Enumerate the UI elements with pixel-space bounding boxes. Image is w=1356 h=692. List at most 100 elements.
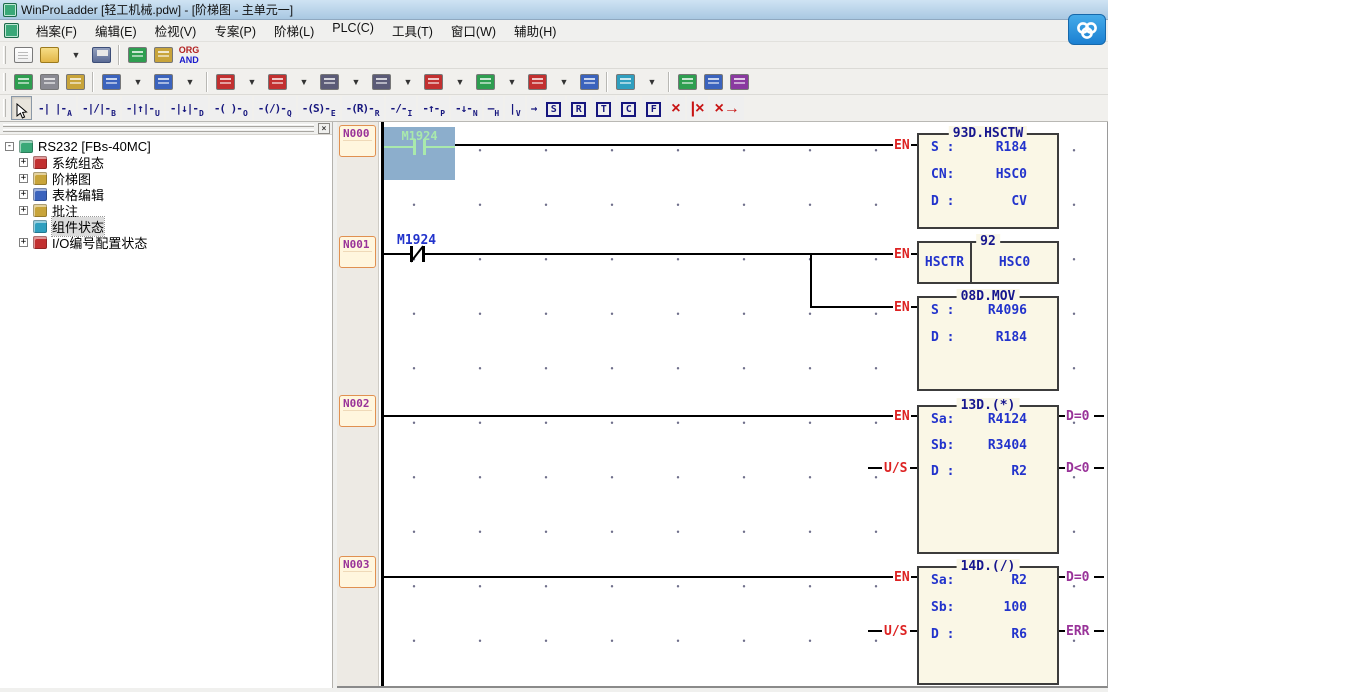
tag-book-icon[interactable]: [63, 70, 87, 94]
falling-pulse[interactable]: -↓-N: [451, 96, 482, 120]
org-and-instruction-icon[interactable]: ORGAND: [177, 43, 201, 67]
coil-not[interactable]: -(/)-Q: [254, 96, 296, 120]
status-query-icon[interactable]: [675, 70, 699, 94]
tree-expander[interactable]: +: [19, 206, 28, 215]
delete-row[interactable]: ×→: [710, 96, 743, 120]
contact-rising[interactable]: -|↑|-U: [122, 96, 164, 120]
extend-line[interactable]: →: [527, 96, 541, 120]
tree-expander[interactable]: +: [19, 158, 28, 167]
new-document-icon[interactable]: [11, 43, 35, 67]
tree-expander[interactable]: -: [5, 142, 14, 151]
contact-nc[interactable]: -|/|-B: [78, 96, 120, 120]
selected-cell[interactable]: M1924: [384, 127, 455, 180]
contact-falling[interactable]: -|↓|-D: [166, 96, 208, 120]
ladder-window-icon[interactable]: [151, 43, 175, 67]
toolbar-grip[interactable]: [3, 99, 6, 117]
contact-query-icon[interactable]: [727, 70, 751, 94]
function-block-14d-div[interactable]: 14D.(/) Sa:R2 Sb:100 D :R6: [917, 566, 1059, 685]
param-value[interactable]: R3404: [988, 438, 1027, 452]
open-project-icon[interactable]: [37, 43, 61, 67]
status-list-icon[interactable]: [473, 70, 497, 94]
function-c[interactable]: C: [617, 96, 640, 120]
menu-file[interactable]: 档案(F): [27, 18, 86, 43]
title-bar[interactable]: WinProLadder [轻工机械.pdw] - [阶梯图 - 主单元一]: [0, 0, 1108, 20]
probe-a-icon-dropdown[interactable]: ▼: [447, 70, 471, 94]
open-project-icon-dropdown[interactable]: ▼: [63, 43, 87, 67]
param-value[interactable]: R2: [1011, 573, 1027, 587]
status-list-icon-dropdown[interactable]: ▼: [499, 70, 523, 94]
coil-set[interactable]: -(S)-E: [298, 96, 340, 120]
select-pointer[interactable]: [11, 96, 32, 120]
tree-item-label[interactable]: RS232 [FBs-40MC]: [38, 139, 151, 154]
function-block-08d-mov[interactable]: 08D.MOV S :R4096 D :R184: [917, 296, 1059, 391]
param-value[interactable]: 100: [1004, 600, 1027, 614]
menu-ladder[interactable]: 阶梯(L): [265, 18, 323, 43]
delete-element[interactable]: ×: [667, 96, 684, 120]
table-edit-icon[interactable]: [577, 70, 601, 94]
horizontal-line[interactable]: —H: [484, 96, 503, 120]
probe-a-icon[interactable]: [421, 70, 445, 94]
network-query-icon[interactable]: [701, 70, 725, 94]
io-table-icon[interactable]: [125, 43, 149, 67]
param-value[interactable]: R4124: [988, 412, 1027, 426]
function-r[interactable]: R: [567, 96, 590, 120]
tree-expander[interactable]: +: [19, 190, 28, 199]
menu-view[interactable]: 检视(V): [146, 18, 206, 43]
tree-item-ladder-diagram[interactable]: +阶梯图: [0, 170, 332, 186]
coil-output[interactable]: -( )-O: [210, 96, 252, 120]
contact-no[interactable]: -| |-A: [34, 96, 76, 120]
toolbar-grip[interactable]: [3, 73, 6, 91]
block-operand[interactable]: HSC0: [972, 243, 1057, 282]
param-value[interactable]: R2: [1011, 464, 1027, 478]
chip-icon[interactable]: [37, 70, 61, 94]
delete-vertical[interactable]: |×: [687, 96, 709, 120]
network-label-n001[interactable]: N001: [339, 236, 376, 268]
menu-window[interactable]: 窗口(W): [442, 18, 505, 43]
monitor-icon-dropdown[interactable]: ▼: [395, 70, 419, 94]
network-label-n003[interactable]: N003: [339, 556, 376, 588]
tree-expander[interactable]: +: [19, 174, 28, 183]
function-f[interactable]: F: [642, 96, 665, 120]
menu-edit[interactable]: 编辑(E): [86, 18, 146, 43]
inverse-line[interactable]: -/-I: [386, 96, 417, 120]
param-value[interactable]: R4096: [988, 303, 1027, 317]
menu-tools[interactable]: 工具(T): [383, 18, 442, 43]
cloud-overlay-button[interactable]: [1068, 14, 1106, 45]
close-icon[interactable]: ×: [318, 123, 330, 134]
tree-expander[interactable]: +: [19, 238, 28, 247]
tree-item-comment[interactable]: +批注: [0, 202, 332, 218]
rising-pulse[interactable]: -↑-P: [418, 96, 449, 120]
function-block-93d-hsctw[interactable]: 93D.HSCTW S :R184 CN:HSC0 D :CV: [917, 133, 1059, 229]
tree-item-system-config[interactable]: +系统组态: [0, 154, 332, 170]
function-block-13d-mul[interactable]: 13D.(*) Sa:R4124 Sb:R3404 D :R2: [917, 405, 1059, 554]
function-t[interactable]: T: [592, 96, 615, 120]
vertical-line[interactable]: |V: [505, 96, 524, 120]
ladder-editor[interactable]: N000 N001 N002 N003 M1924 EN 93D.HSCTW S…: [337, 122, 1108, 688]
menu-plc[interactable]: PLC(C): [323, 18, 383, 43]
save-project-icon[interactable]: [89, 43, 113, 67]
zoom-table-icon-dropdown[interactable]: ▼: [639, 70, 663, 94]
probe-wave-icon-dropdown[interactable]: ▼: [291, 70, 315, 94]
param-value[interactable]: CV: [1011, 194, 1027, 208]
function-s[interactable]: S: [542, 96, 565, 120]
coil-reset[interactable]: -(R)-R: [342, 96, 384, 120]
tree-item-component-status[interactable]: 组件状态: [0, 218, 332, 234]
menu-project[interactable]: 专案(P): [205, 18, 265, 43]
ladder-convert-icon[interactable]: [11, 70, 35, 94]
monitor-icon[interactable]: [369, 70, 393, 94]
menu-help[interactable]: 辅助(H): [505, 18, 565, 43]
toolbar-grip[interactable]: [3, 46, 6, 64]
network-label-n002[interactable]: N002: [339, 395, 376, 427]
tree-panel-header[interactable]: ×: [0, 122, 332, 135]
wave-m-icon-dropdown[interactable]: ▼: [551, 70, 575, 94]
monitor-x-icon[interactable]: [317, 70, 341, 94]
param-value[interactable]: HSC0: [996, 167, 1027, 181]
tree-item-io-number-status[interactable]: +I/O编号配置状态: [0, 234, 332, 250]
edit-component-icon[interactable]: [213, 70, 237, 94]
param-value[interactable]: R184: [996, 140, 1027, 154]
param-value[interactable]: R184: [996, 330, 1027, 344]
network-edit-icon-dropdown[interactable]: ▼: [177, 70, 201, 94]
project-structure-icon-dropdown[interactable]: ▼: [125, 70, 149, 94]
edit-component-icon-dropdown[interactable]: ▼: [239, 70, 263, 94]
param-value[interactable]: R6: [1011, 627, 1027, 641]
